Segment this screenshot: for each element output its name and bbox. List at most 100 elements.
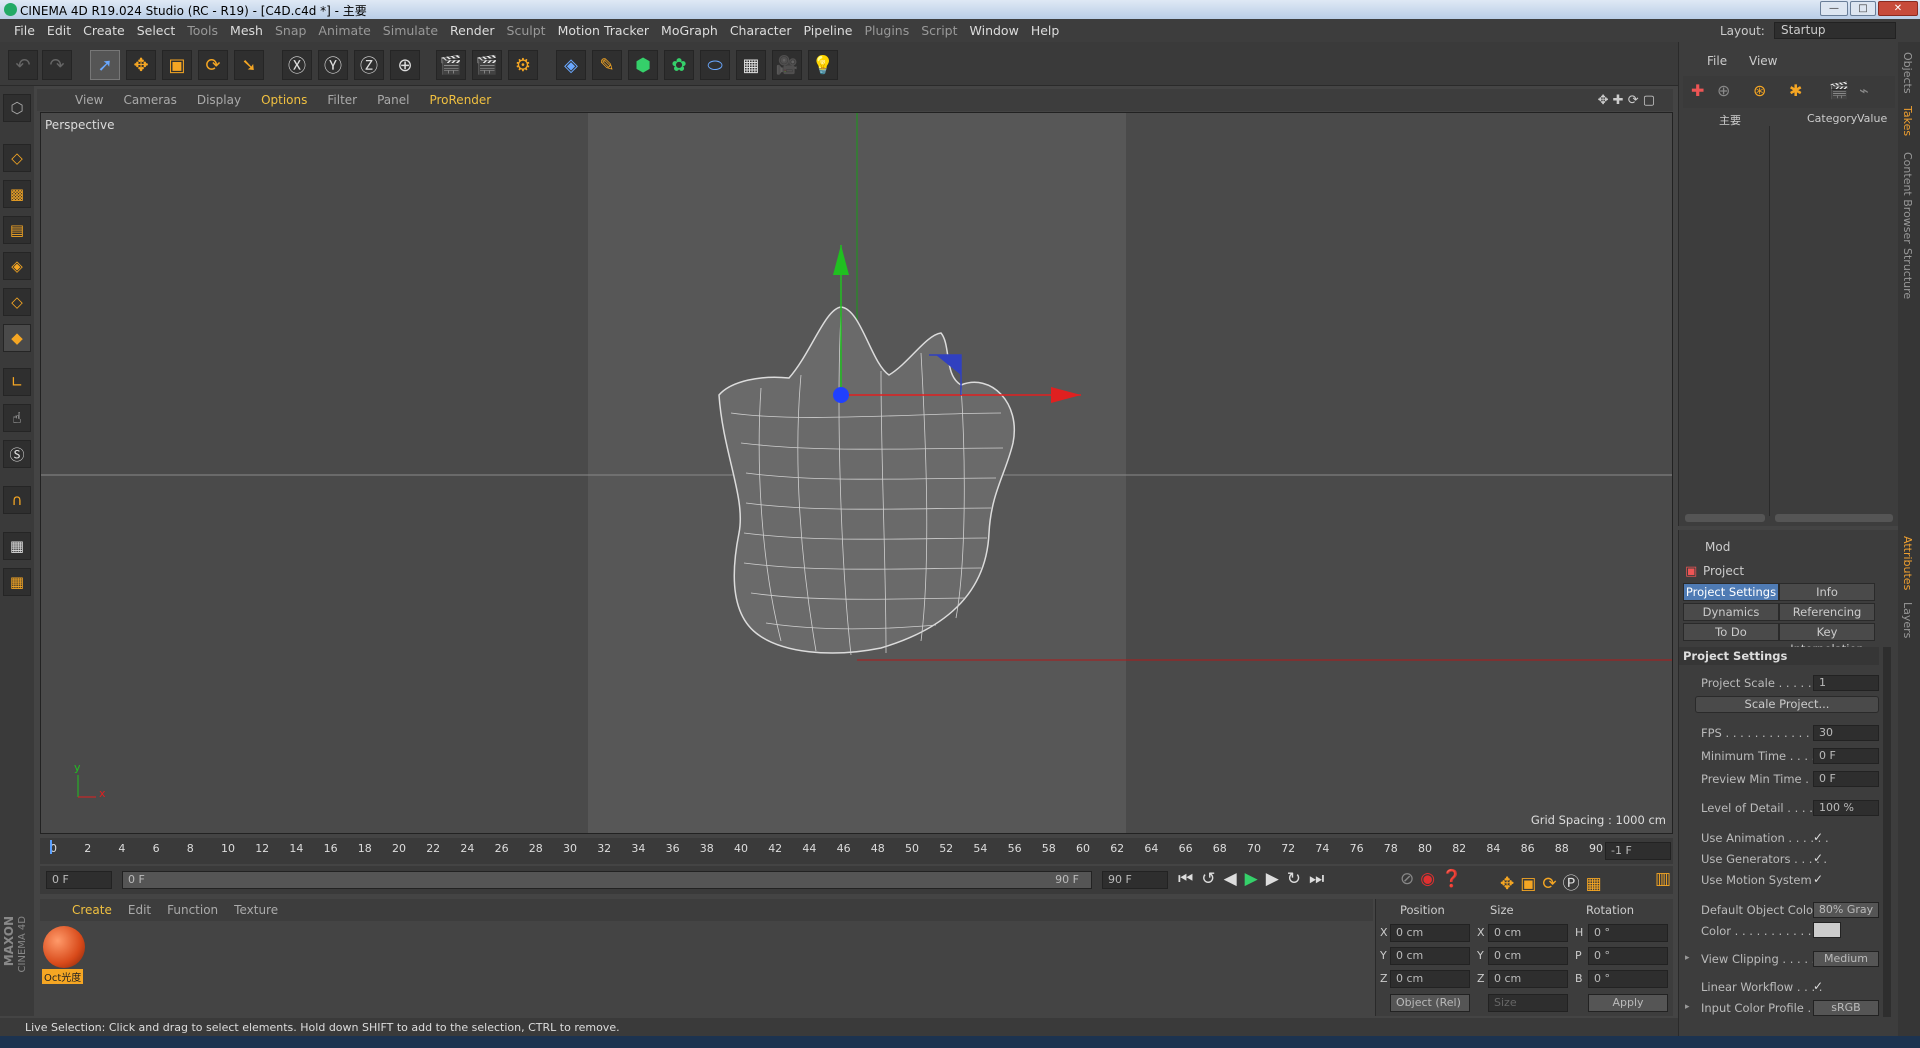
menu-simulate[interactable]: Simulate	[377, 23, 444, 38]
obj-menu-view[interactable]: View	[1749, 54, 1777, 68]
mat-menu-function[interactable]: Function	[159, 903, 226, 917]
menu-window[interactable]: Window	[964, 23, 1025, 38]
menu-motion-tracker[interactable]: Motion Tracker	[552, 23, 655, 38]
menu-mograph[interactable]: MoGraph	[655, 23, 724, 38]
position-x-field[interactable]: 0 cm	[1390, 924, 1470, 942]
workplane-mode-icon[interactable]: ▤	[3, 216, 31, 244]
fps-field[interactable]: 30	[1813, 725, 1879, 741]
render-view-icon[interactable]: 🎬	[436, 50, 466, 80]
preview-min-time-field[interactable]: 0 F	[1813, 771, 1879, 787]
take-auto-icon[interactable]: ✱	[1789, 81, 1802, 100]
menu-animate[interactable]: Animate	[312, 23, 376, 38]
polygons-mode-icon[interactable]: ◆	[3, 324, 31, 352]
points-mode-icon[interactable]: ◈	[3, 252, 31, 280]
viewport-perspective[interactable]: Perspective y x Grid Spacing : 1000 cm	[40, 112, 1673, 834]
viewport-canvas[interactable]	[41, 113, 1673, 834]
use-generators-checkbox[interactable]: ✓	[1813, 851, 1823, 865]
size-y-field[interactable]: 0 cm	[1488, 947, 1568, 965]
tab-info[interactable]: Info	[1779, 583, 1875, 601]
tab-referencing[interactable]: Referencing	[1779, 603, 1875, 621]
default-object-color-dropdown[interactable]: 80% Gray	[1813, 902, 1879, 918]
tab-structure[interactable]: Structure	[1901, 248, 1914, 299]
prev-frame-icon[interactable]: ◀	[1224, 869, 1245, 889]
tab-todo[interactable]: To Do	[1683, 623, 1779, 641]
color-swatch[interactable]	[1813, 922, 1841, 938]
floor-environment-icon[interactable]: ▦	[736, 50, 766, 80]
attr-mode-menu[interactable]: Mod	[1705, 540, 1730, 554]
take-lock-icon[interactable]: ⌁	[1859, 81, 1869, 100]
key-pla-icon[interactable]: ▦	[1586, 874, 1608, 894]
tab-dynamics[interactable]: Dynamics	[1683, 603, 1779, 621]
size-z-field[interactable]: 0 cm	[1488, 970, 1568, 988]
size-mode-dropdown[interactable]: Size	[1488, 994, 1568, 1012]
menu-tools[interactable]: Tools	[181, 23, 224, 38]
menu-snap[interactable]: Snap	[269, 23, 312, 38]
playback-controls[interactable]: ⏮↺◀▶▶↻⏭	[1178, 869, 1332, 889]
menu-edit[interactable]: Edit	[41, 23, 77, 38]
vp-menu-options[interactable]: Options	[251, 93, 317, 107]
menu-mesh[interactable]: Mesh	[224, 23, 269, 38]
vp-menu-cameras[interactable]: Cameras	[113, 93, 186, 107]
menu-help[interactable]: Help	[1025, 23, 1066, 38]
lock-workplane-icon[interactable]: ▦	[3, 532, 31, 560]
texture-mode-icon[interactable]: ▩	[3, 180, 31, 208]
goto-end-icon[interactable]: ⏭	[1309, 869, 1332, 889]
key-position-icon[interactable]: ✥	[1500, 874, 1520, 894]
solo-mode-icon[interactable]: Ⓢ	[3, 440, 31, 468]
key-rotation-icon[interactable]: ⟳	[1542, 874, 1562, 894]
linear-workflow-checkbox[interactable]: ✓	[1813, 979, 1823, 993]
rotate-icon[interactable]: ⟳	[198, 50, 228, 80]
apply-button[interactable]: Apply	[1588, 994, 1668, 1012]
take-clone-icon[interactable]: ⊕	[1717, 81, 1730, 100]
start-frame-field[interactable]: 0 F	[46, 871, 112, 889]
level-of-detail-field[interactable]: 100 %	[1813, 800, 1879, 816]
menu-plugins[interactable]: Plugins	[858, 23, 915, 38]
rotation-p-field[interactable]: 0 °	[1588, 947, 1668, 965]
tweak-mode-icon[interactable]: ☝	[3, 404, 31, 432]
material-thumbnail[interactable]	[43, 926, 85, 968]
view-clipping-dropdown[interactable]: Medium	[1813, 951, 1879, 967]
viewport-nav-icons[interactable]: ✥ ✚ ⟳ ▢	[1588, 93, 1665, 108]
live-selection-icon[interactable]: ➚	[90, 50, 120, 80]
vp-menu-view[interactable]: View	[65, 93, 113, 107]
rotation-b-field[interactable]: 0 °	[1588, 970, 1668, 988]
prev-key-icon[interactable]: ↺	[1201, 869, 1223, 889]
menu-script[interactable]: Script	[915, 23, 963, 38]
subdivision-generator-icon[interactable]: ⬢	[628, 50, 658, 80]
input-color-profile-dropdown[interactable]: sRGB	[1813, 1000, 1879, 1016]
expand-arrow-icon-2[interactable]: ▸	[1685, 1002, 1690, 1012]
axis-mode-icon[interactable]: ∟	[3, 368, 31, 396]
tab-objects[interactable]: Objects	[1901, 52, 1914, 94]
menu-file[interactable]: File	[8, 23, 41, 38]
light-icon[interactable]: 💡	[808, 50, 838, 80]
vp-menu-filter[interactable]: Filter	[317, 93, 367, 107]
position-y-field[interactable]: 0 cm	[1390, 947, 1470, 965]
tab-layers[interactable]: Layers	[1901, 602, 1914, 638]
record-icon[interactable]: ⊘	[1400, 869, 1420, 889]
planar-workplane-icon[interactable]: ▦	[3, 568, 31, 596]
x-axis-lock-icon[interactable]: Ⓧ	[282, 50, 312, 80]
keyframe-help-icon[interactable]: ❓	[1441, 869, 1468, 889]
redo-icon[interactable]: ↷	[42, 50, 72, 80]
y-axis-lock-icon[interactable]: Ⓨ	[318, 50, 348, 80]
expand-arrow-icon[interactable]: ▸	[1685, 953, 1690, 963]
mat-menu-edit[interactable]: Edit	[120, 903, 159, 917]
key-param-icon[interactable]: Ⓟ	[1563, 874, 1586, 894]
menu-pipeline[interactable]: Pipeline	[798, 23, 859, 38]
menu-create[interactable]: Create	[77, 23, 131, 38]
cube-primitive-icon[interactable]: ◈	[556, 50, 586, 80]
maximize-button[interactable]: □	[1850, 1, 1876, 16]
model-mode-icon[interactable]: ◇	[3, 144, 31, 172]
tab-attributes[interactable]: Attributes	[1901, 536, 1914, 590]
position-z-field[interactable]: 0 cm	[1390, 970, 1470, 988]
z-axis-lock-icon[interactable]: Ⓩ	[354, 50, 384, 80]
rotation-h-field[interactable]: 0 °	[1588, 924, 1668, 942]
tab-key-interpolation[interactable]: Key Interpolation	[1779, 623, 1875, 656]
vp-menu-display[interactable]: Display	[187, 93, 251, 107]
minimum-time-field[interactable]: 0 F	[1813, 748, 1879, 764]
edges-mode-icon[interactable]: ◇	[3, 288, 31, 316]
undo-icon[interactable]: ↶	[8, 50, 38, 80]
next-key-icon[interactable]: ↻	[1287, 869, 1309, 889]
layout-select[interactable]: Startup	[1774, 22, 1896, 39]
take-render-icon[interactable]: 🎬	[1829, 81, 1849, 100]
